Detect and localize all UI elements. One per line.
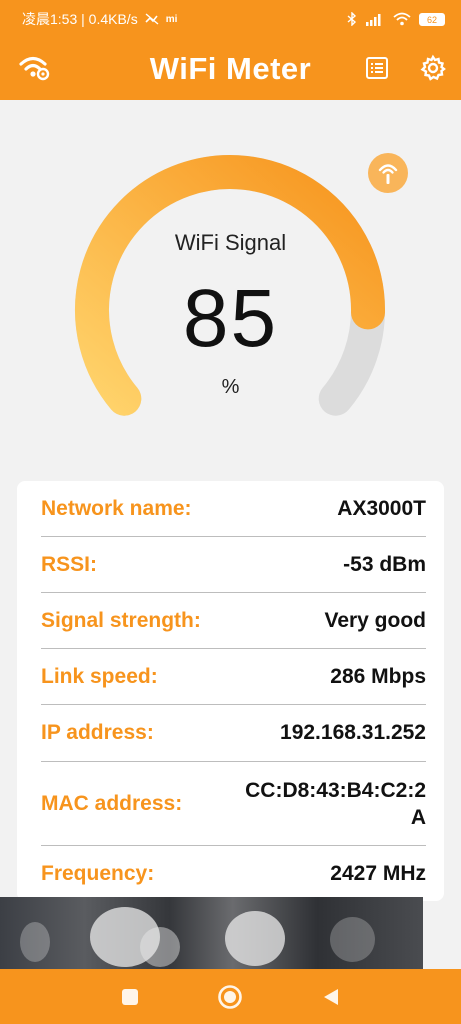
gauge-unit: % xyxy=(221,376,240,398)
gear-icon[interactable] xyxy=(419,54,447,82)
square-icon[interactable] xyxy=(121,988,139,1006)
gauge-value: 85 xyxy=(182,273,279,364)
wifi-settings-icon[interactable] xyxy=(18,52,52,82)
signal-gauge: WiFi Signal 85 % xyxy=(0,100,461,480)
network-info-card: Network name: AX3000T RSSI: -53 dBm Sign… xyxy=(17,481,444,901)
ad-banner[interactable] xyxy=(0,897,423,969)
status-right: 62 xyxy=(347,12,445,26)
status-bar: 凌晨1:53 | 0.4KB/s mi 62 xyxy=(0,0,461,38)
info-row-network-name: Network name: AX3000T xyxy=(41,481,426,537)
link-speed-label: Link speed: xyxy=(41,664,158,688)
app-title: WiFi Meter xyxy=(149,51,312,86)
circle-icon[interactable] xyxy=(217,984,243,1010)
ip-address-value: 192.168.31.252 xyxy=(280,721,426,744)
status-left: 凌晨1:53 | 0.4KB/s mi xyxy=(22,9,177,29)
signal-strength-label: Signal strength: xyxy=(41,608,201,632)
info-row-ip-address: IP address: 192.168.31.252 xyxy=(41,705,426,762)
system-nav-bar xyxy=(0,969,461,1024)
app-bar: WiFi Meter xyxy=(0,38,461,100)
signal-strength-value: Very good xyxy=(324,608,426,632)
network-name-label: Network name: xyxy=(41,496,192,520)
ad-image-shape xyxy=(330,917,375,962)
ip-address-label: IP address: xyxy=(41,721,154,744)
gauge-label: WiFi Signal xyxy=(174,230,287,255)
list-icon[interactable] xyxy=(365,56,389,80)
rssi-value: -53 dBm xyxy=(343,552,426,576)
info-row-rssi: RSSI: -53 dBm xyxy=(41,537,426,593)
link-speed-value: 286 Mbps xyxy=(330,664,426,688)
wifi-signal-icon xyxy=(378,164,398,184)
status-time-speed: 凌晨1:53 | 0.4KB/s xyxy=(22,11,138,27)
cell-signal-icon xyxy=(366,14,381,26)
mute-icon xyxy=(145,13,159,25)
battery-level: 62 xyxy=(426,14,437,25)
bluetooth-icon xyxy=(347,12,357,26)
info-row-link-speed: Link speed: 286 Mbps xyxy=(41,649,426,705)
rssi-label: RSSI: xyxy=(41,552,98,576)
mi-icon: mi xyxy=(165,13,178,25)
battery-icon: 62 xyxy=(419,12,445,26)
signal-button[interactable] xyxy=(368,153,408,193)
ad-image-shape xyxy=(140,927,180,967)
mac-address-label: MAC address: xyxy=(41,791,183,815)
network-name-value: AX3000T xyxy=(337,496,426,520)
frequency-label: Frequency: xyxy=(41,862,155,885)
info-row-frequency: Frequency: 2427 MHz xyxy=(41,846,426,901)
mac-address-value: CC:D8:43:B4:C2:2A xyxy=(245,778,426,829)
info-row-signal-strength: Signal strength: Very good xyxy=(41,593,426,649)
ad-image-shape xyxy=(20,922,50,962)
info-row-mac-address: MAC address: CC:D8:43:B4:C2:2A xyxy=(41,762,426,846)
ad-image-shape xyxy=(225,911,285,966)
frequency-value: 2427 MHz xyxy=(330,862,426,885)
triangle-back-icon[interactable] xyxy=(321,987,341,1007)
wifi-status-icon xyxy=(393,12,411,26)
